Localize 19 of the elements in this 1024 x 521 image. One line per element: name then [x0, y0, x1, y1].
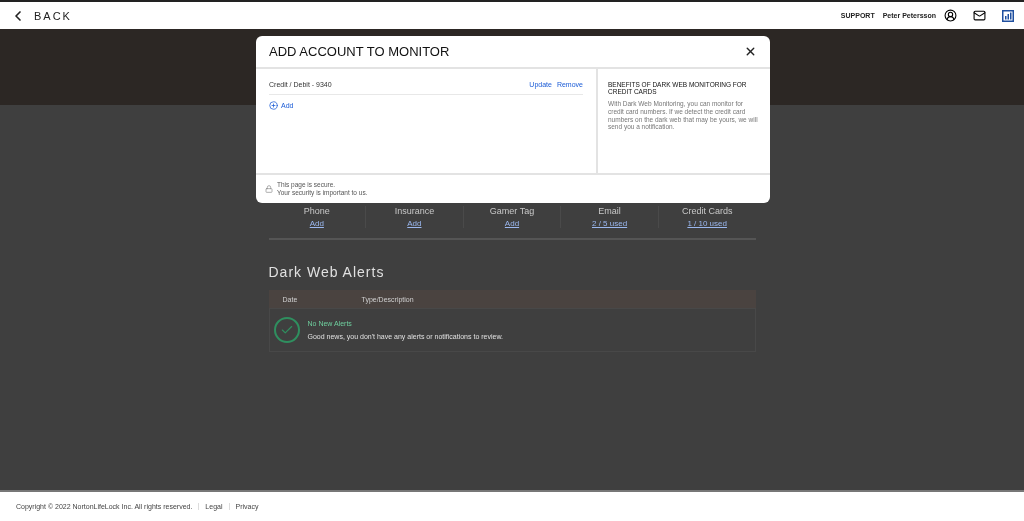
account-link[interactable]: 2 / 5 used	[592, 219, 628, 228]
account-link[interactable]: Add	[407, 219, 422, 228]
back-link[interactable]: BACK	[10, 7, 72, 24]
lock-icon	[265, 185, 273, 193]
account-label: Phone	[303, 206, 330, 216]
account-label: Credit Cards	[681, 206, 733, 216]
account-link[interactable]: Add	[309, 219, 324, 228]
close-button[interactable]	[744, 45, 757, 58]
account-label: Email	[598, 206, 621, 216]
section-title: Dark Web Alerts	[268, 264, 386, 280]
account-link[interactable]: 1 / 10 used	[687, 219, 727, 228]
mail-icon[interactable]	[973, 9, 986, 22]
account-link[interactable]: Add	[504, 219, 520, 228]
modal-title: ADD ACCOUNT TO MONITOR	[269, 44, 450, 59]
account-label: Insurance	[394, 206, 435, 216]
user-icon[interactable]	[944, 9, 957, 22]
check-icon	[273, 317, 300, 343]
chart-icon[interactable]	[1002, 9, 1014, 22]
account-label: Gamer Tag	[489, 206, 535, 216]
